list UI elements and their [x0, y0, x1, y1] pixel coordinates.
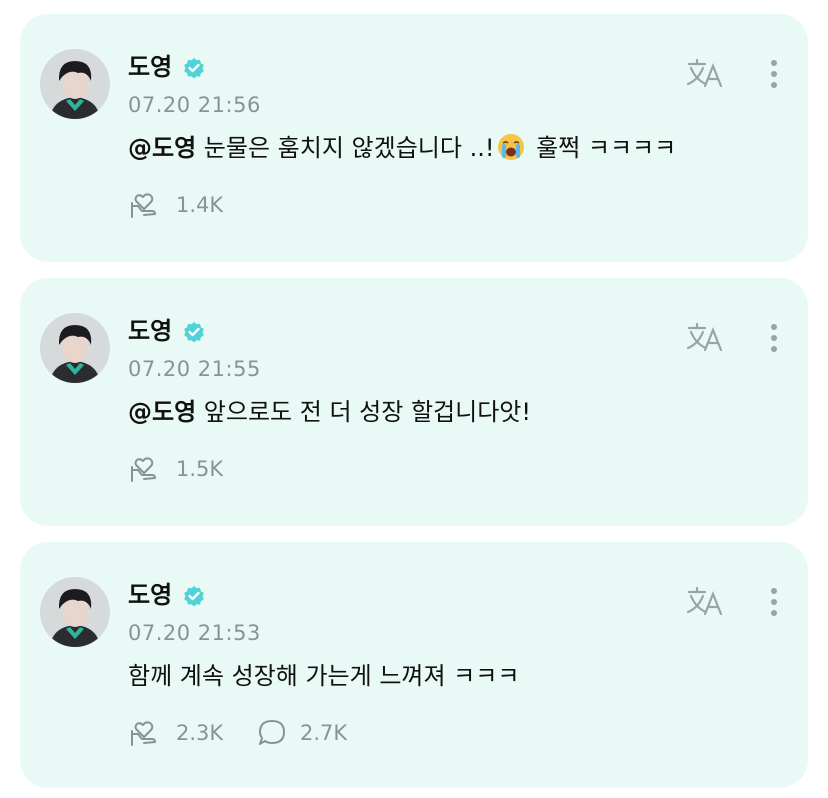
verified-badge-icon	[184, 586, 204, 607]
more-options-button[interactable]	[766, 320, 782, 356]
like-button[interactable]: 1.5K	[128, 454, 223, 484]
verified-badge-icon	[184, 322, 204, 343]
post-card[interactable]: 도영 07.20 21:53 함께 계속 성장해 가는게 느껴져 ㅋㅋㅋ 2.3…	[20, 542, 808, 788]
avatar[interactable]	[40, 313, 110, 383]
post-text-part: 눈물은 훔치지 않겠습니다 ..!	[196, 134, 495, 162]
like-button[interactable]: 1.4K	[128, 190, 223, 220]
post-timestamp: 07.20 21:53	[128, 621, 261, 645]
post-timestamp: 07.20 21:55	[128, 357, 261, 381]
post-card[interactable]: 도영 07.20 21:56 @도영 눈물은 훔치지 않겠습니다 ..! 훌쩍 …	[20, 14, 808, 262]
post-text-part: 훌쩍 ㅋㅋㅋㅋ	[528, 134, 677, 162]
heart-hand-icon	[131, 193, 156, 218]
post-timestamp: 07.20 21:56	[128, 93, 261, 117]
translate-button[interactable]	[686, 56, 726, 92]
mention-link[interactable]: @도영	[128, 134, 196, 162]
post-card[interactable]: 도영 07.20 21:55 @도영 앞으로도 전 더 성장 할겁니다앗! 1.…	[20, 278, 808, 526]
translate-button[interactable]	[686, 584, 726, 620]
translate-icon	[686, 586, 723, 616]
translate-icon	[686, 58, 723, 88]
more-vertical-icon	[771, 324, 777, 330]
comment-bubble-icon	[259, 720, 285, 745]
like-count: 1.5K	[176, 457, 224, 481]
comment-button[interactable]: 2.7K	[256, 718, 347, 748]
like-button[interactable]: 2.3K	[128, 718, 223, 748]
post-text: @도영 앞으로도 전 더 성장 할겁니다앗!	[128, 395, 531, 429]
avatar[interactable]	[40, 49, 110, 119]
post-text: 함께 계속 성장해 가는게 느껴져 ㅋㅋㅋ	[128, 662, 520, 690]
like-count: 1.4K	[176, 193, 224, 217]
more-options-button[interactable]	[766, 56, 782, 92]
verified-badge-icon	[184, 58, 204, 79]
avatar[interactable]	[40, 577, 110, 647]
more-vertical-icon	[771, 588, 777, 594]
author-name[interactable]: 도영	[128, 316, 172, 346]
loudly-crying-face-icon	[498, 134, 525, 160]
post-text-part: 앞으로도 전 더 성장 할겁니다앗!	[196, 398, 531, 426]
author-name[interactable]: 도영	[128, 580, 172, 610]
translate-icon	[686, 322, 723, 352]
like-count: 2.3K	[176, 721, 224, 745]
post-text: @도영 눈물은 훔치지 않겠습니다 ..! 훌쩍 ㅋㅋㅋㅋ	[128, 131, 676, 165]
mention-link[interactable]: @도영	[128, 398, 196, 426]
more-options-button[interactable]	[766, 584, 782, 620]
comment-count: 2.7K	[300, 721, 348, 745]
heart-hand-icon	[131, 721, 156, 746]
more-vertical-icon	[771, 60, 777, 66]
translate-button[interactable]	[686, 320, 726, 356]
author-name[interactable]: 도영	[128, 52, 172, 82]
heart-hand-icon	[131, 457, 156, 482]
